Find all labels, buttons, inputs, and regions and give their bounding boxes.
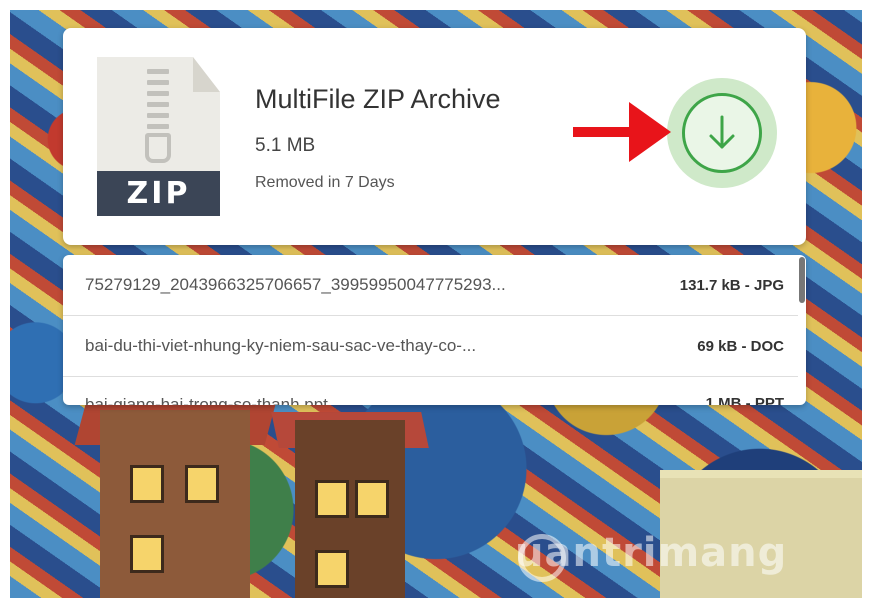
graffiti-window xyxy=(315,550,349,588)
archive-card: ZIP MultiFile ZIP Archive 5.1 MB Removed… xyxy=(63,28,806,245)
file-meta: 69 kB - DOC xyxy=(697,337,784,355)
archive-title: MultiFile ZIP Archive xyxy=(255,84,501,114)
list-item[interactable]: bai-giang-hai-trong-so-thanh.ppt 1 MB - … xyxy=(63,377,798,405)
watermark-text: uantrimang xyxy=(515,530,788,576)
archive-expiry: Removed in 7 Days xyxy=(255,174,395,191)
download-button[interactable] xyxy=(682,93,762,173)
file-meta: 1 MB - PPT xyxy=(705,395,784,405)
graffiti-window xyxy=(355,480,389,518)
graffiti-window xyxy=(315,480,349,518)
graffiti-window xyxy=(130,535,164,573)
zipper-icon xyxy=(143,69,173,163)
graffiti-building xyxy=(100,410,250,598)
file-name: bai-du-thi-viet-nhung-ky-niem-sau-sac-ve… xyxy=(85,336,477,355)
zip-label: ZIP xyxy=(97,171,220,216)
list-item[interactable]: bai-du-thi-viet-nhung-ky-niem-sau-sac-ve… xyxy=(63,316,798,377)
graffiti-window xyxy=(130,465,164,503)
file-meta: 131.7 kB - JPG xyxy=(679,276,784,294)
list-item[interactable]: 75279129_2043966325706657_39959950047775… xyxy=(63,255,798,316)
graffiti-window xyxy=(185,465,219,503)
download-arrow-icon xyxy=(709,115,735,149)
list-scrollbar[interactable] xyxy=(799,257,805,303)
zip-file-icon: ZIP xyxy=(97,57,220,216)
file-name: 75279129_2043966325706657_39959950047775… xyxy=(85,275,506,294)
file-list: 75279129_2043966325706657_39959950047775… xyxy=(63,255,806,405)
archive-size: 5.1 MB xyxy=(255,135,316,156)
red-pointer-arrow-icon xyxy=(573,102,671,162)
graffiti-building xyxy=(295,420,405,598)
file-name: bai-giang-hai-trong-so-thanh.ppt xyxy=(85,395,328,405)
